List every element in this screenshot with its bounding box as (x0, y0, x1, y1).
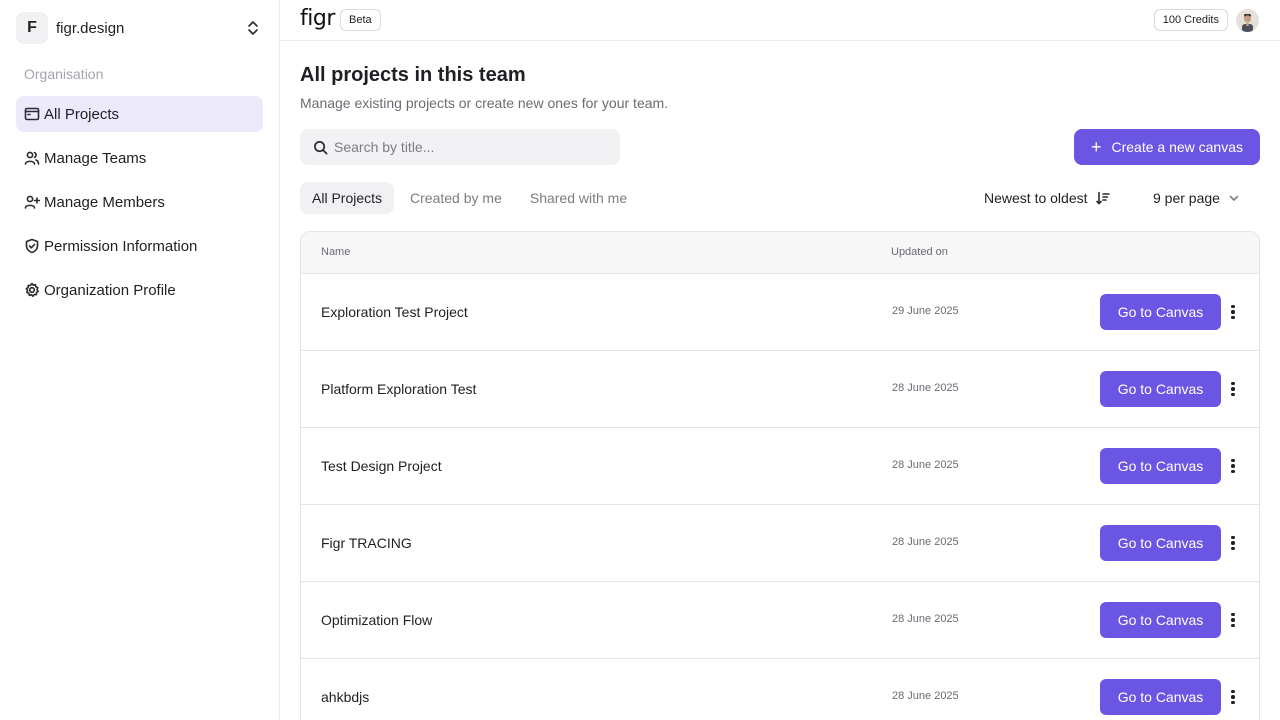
more-options-icon[interactable] (1226, 454, 1240, 478)
project-name: Test Design Project (321, 458, 442, 474)
sidebar-item-manage-teams[interactable]: Manage Teams (16, 140, 263, 176)
table-row: Optimization Flow 28 June 2025 Go to Can… (301, 582, 1259, 659)
team-avatar: F (16, 12, 48, 44)
column-header-name: Name (321, 246, 351, 258)
sort-label: Newest to oldest (984, 190, 1088, 206)
user-plus-icon (24, 194, 40, 210)
more-options-icon[interactable] (1226, 377, 1240, 401)
page-title: All projects in this team (300, 64, 526, 86)
create-canvas-button[interactable]: + Create a new canvas (1074, 129, 1260, 165)
updated-date: 28 June 2025 (892, 613, 959, 625)
more-options-icon[interactable] (1226, 685, 1240, 709)
table-row: Exploration Test Project 29 June 2025 Go… (301, 274, 1259, 351)
gear-icon (24, 282, 40, 298)
go-to-canvas-button[interactable]: Go to Canvas (1100, 602, 1221, 638)
sort-dropdown[interactable]: Newest to oldest (984, 182, 1110, 214)
plus-icon: + (1090, 137, 1102, 157)
project-name: ahkbdjs (321, 689, 370, 705)
project-name: Exploration Test Project (321, 304, 468, 320)
sidebar-nav: All Projects Manage Teams Manage Members… (16, 96, 263, 316)
chevrons-up-down-icon (248, 21, 258, 35)
projects-table: Name Updated on Exploration Test Project… (300, 231, 1260, 720)
more-options-icon[interactable] (1226, 300, 1240, 324)
project-name: Platform Exploration Test (321, 381, 477, 397)
table-row: Figr TRACING 28 June 2025 Go to Canvas (301, 505, 1259, 582)
tab-created-by-me[interactable]: Created by me (398, 182, 514, 214)
updated-date: 29 June 2025 (892, 305, 959, 317)
top-bar: figr Beta 100 Credits (280, 0, 1280, 41)
go-to-canvas-button[interactable]: Go to Canvas (1100, 679, 1221, 715)
per-page-label: 9 per page (1153, 190, 1220, 206)
users-icon (24, 150, 40, 166)
avatar[interactable] (1236, 9, 1259, 32)
updated-date: 28 June 2025 (892, 690, 959, 702)
sidebar-item-label: Permission Information (44, 237, 198, 255)
more-options-icon[interactable] (1226, 608, 1240, 632)
search-input[interactable] (334, 139, 604, 155)
project-filter-tabs: All Projects Created by me Shared with m… (300, 182, 643, 214)
credits-badge[interactable]: 100 Credits (1153, 9, 1228, 31)
figr-logo[interactable]: figr (300, 6, 335, 31)
project-name: Optimization Flow (321, 612, 433, 628)
team-name: figr.design (56, 19, 125, 37)
create-canvas-label: Create a new canvas (1111, 139, 1244, 155)
table-row: ahkbdjs 28 June 2025 Go to Canvas (301, 659, 1259, 720)
updated-date: 28 June 2025 (892, 459, 959, 471)
table-header: Name Updated on (301, 232, 1259, 274)
sidebar-item-all-projects[interactable]: All Projects (16, 96, 263, 132)
updated-date: 28 June 2025 (892, 382, 959, 394)
more-options-icon[interactable] (1226, 531, 1240, 555)
go-to-canvas-button[interactable]: Go to Canvas (1100, 525, 1221, 561)
tab-all-projects[interactable]: All Projects (300, 182, 395, 214)
page-subtitle: Manage existing projects or create new o… (300, 95, 669, 111)
user-avatar-image (1236, 9, 1259, 32)
updated-date: 28 June 2025 (892, 536, 959, 548)
sidebar: F figr.design Organisation All Projects … (0, 0, 280, 720)
sidebar-item-permission-information[interactable]: Permission Information (16, 228, 263, 264)
go-to-canvas-button[interactable]: Go to Canvas (1100, 371, 1221, 407)
go-to-canvas-button[interactable]: Go to Canvas (1100, 448, 1221, 484)
go-to-canvas-button[interactable]: Go to Canvas (1100, 294, 1221, 330)
table-row: Platform Exploration Test 28 June 2025 G… (301, 351, 1259, 428)
sort-descending-icon (1095, 191, 1110, 205)
search-icon (314, 140, 328, 154)
sidebar-item-organization-profile[interactable]: Organization Profile (16, 272, 263, 308)
chevron-down-icon (1229, 195, 1239, 201)
sidebar-item-label: Organization Profile (44, 281, 176, 299)
sidebar-item-label: Manage Members (44, 193, 165, 211)
table-row: Test Design Project 28 June 2025 Go to C… (301, 428, 1259, 505)
tab-shared-with-me[interactable]: Shared with me (518, 182, 639, 214)
shield-check-icon (24, 238, 40, 254)
sidebar-item-label: All Projects (44, 105, 120, 123)
search-box[interactable] (300, 129, 620, 165)
column-header-updated: Updated on (891, 246, 948, 258)
sidebar-item-manage-members[interactable]: Manage Members (16, 184, 263, 220)
projects-icon (24, 106, 40, 122)
per-page-dropdown[interactable]: 9 per page (1153, 182, 1240, 214)
team-switcher[interactable]: F figr.design (16, 12, 264, 44)
project-name: Figr TRACING (321, 535, 412, 551)
sidebar-item-label: Manage Teams (44, 149, 147, 167)
section-label-organisation: Organisation (24, 66, 104, 82)
beta-badge: Beta (340, 9, 381, 31)
